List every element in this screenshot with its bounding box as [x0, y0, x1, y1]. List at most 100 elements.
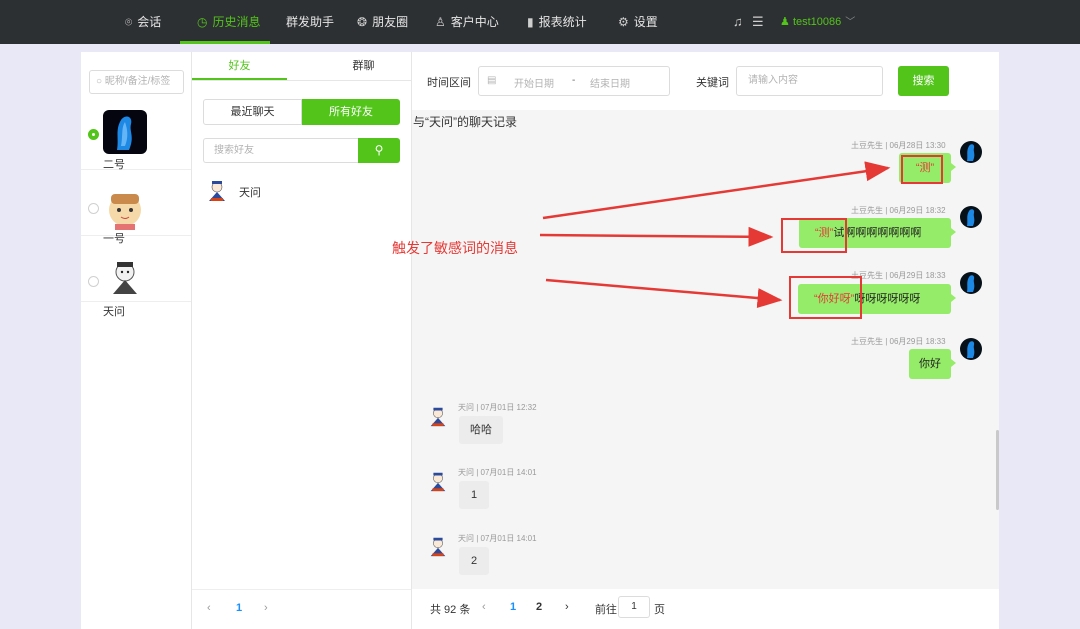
message-meta: 天问 | 07月01日 14:01 — [458, 534, 537, 543]
goto-label: 前往 — [595, 604, 617, 616]
account-radio[interactable] — [88, 276, 99, 287]
message-bubble: 你好 — [909, 349, 956, 379]
message-meta: 土豆先生 | 06月28日 13:30 — [851, 141, 946, 150]
user-menu[interactable]: ♟ test10086 ﹀ — [780, 0, 855, 44]
friends-pagination: ‹ 1 › — [192, 589, 411, 629]
account-item[interactable]: 一号 — [81, 170, 191, 245]
nav-item-history[interactable]: ◷ 历史消息 — [197, 0, 261, 44]
account-radio[interactable] — [88, 129, 99, 140]
nav-item-broadcast[interactable]: 群发助手 — [286, 0, 334, 44]
account-search-input[interactable]: ○ 昵称/备注/标签 — [89, 70, 184, 94]
next-page-icon[interactable]: › — [264, 602, 268, 614]
page-number[interactable]: 1 — [510, 601, 516, 613]
date-range-picker[interactable]: ▤ 开始日期 - 结束日期 — [478, 66, 670, 96]
total-count: 共 92 条 — [430, 604, 471, 616]
avatar — [103, 254, 147, 298]
message-meta: 土豆先生 | 06月29日 18:33 — [851, 271, 946, 280]
message-meta: 土豆先生 | 06月29日 18:33 — [851, 337, 946, 346]
page-number[interactable]: 2 — [536, 601, 542, 613]
avatar — [960, 141, 982, 163]
chat-pagination: 共 92 条 ‹ 1 2 › 前往 1 页 — [412, 589, 999, 629]
highlight-box — [781, 218, 847, 253]
nav-item-chat[interactable]: ⌾ 会话 — [125, 0, 161, 44]
keyword-input[interactable]: 请输入内容 — [736, 66, 883, 96]
page-number[interactable]: 1 — [236, 602, 242, 614]
account-item[interactable]: 天问 — [81, 236, 191, 318]
active-tab-indicator — [180, 41, 270, 44]
top-nav: ⌾ 会话 ◷ 历史消息 群发助手 ❂ 朋友圈 ♙ 客户中心 ▮ 报表统计 ⚙ 设置 ♫ ☰ … — [0, 0, 1080, 44]
friends-panel: 好友 群聊 最近聊天 所有好友 搜索好友 ⚲ 天问 ‹ 1 › — [192, 52, 411, 629]
clock-icon: ◷ — [197, 15, 208, 29]
nav-label: 设置 — [633, 15, 658, 29]
message-meta: 天问 | 07月01日 14:01 — [458, 468, 537, 477]
avatar — [103, 110, 147, 154]
search-button[interactable]: 搜索 — [898, 66, 949, 96]
message-text: 哈哈 — [470, 424, 492, 436]
keyword-label: 关键词 — [696, 77, 729, 89]
account-search-placeholder: 昵称/备注/标签 — [104, 76, 171, 87]
friend-name: 天问 — [239, 187, 261, 199]
message-meta: 土豆先生 | 06月29日 18:32 — [851, 206, 946, 215]
message-text: 你好 — [919, 358, 941, 370]
column-divider — [191, 52, 192, 629]
calendar-icon: ▤ — [487, 75, 497, 86]
chat-icon: ⌾ — [125, 15, 133, 29]
account-radio[interactable] — [88, 203, 99, 214]
account-name: 天问 — [103, 306, 125, 318]
prev-page-icon[interactable]: ‹ — [207, 602, 211, 614]
nav-item-reports[interactable]: ▮ 报表统计 — [527, 0, 587, 44]
friend-search-input[interactable]: 搜索好友 — [203, 138, 358, 163]
date-separator: - — [572, 75, 576, 86]
chevron-down-icon: ﹀ — [845, 17, 856, 28]
tab-friends[interactable]: 好友 — [192, 52, 287, 80]
bell-icon[interactable]: ♫ — [733, 14, 743, 29]
username: test10086 — [792, 16, 842, 28]
highlight-box — [789, 276, 862, 319]
nav-item-moments[interactable]: ❂ 朋友圈 — [357, 0, 408, 44]
end-date-input[interactable]: 结束日期 — [590, 75, 630, 90]
chat-record-title: 与“天问”的聊天记录 — [413, 115, 517, 129]
user-icon: ♟ — [780, 16, 790, 28]
message-text: 呀呀呀呀呀呀 — [854, 293, 921, 305]
avatar — [103, 186, 147, 230]
goto-page-input[interactable]: 1 — [618, 596, 650, 618]
database-icon[interactable]: ☰ — [752, 14, 764, 30]
avatar — [205, 178, 227, 201]
nav-label: 朋友圈 — [372, 15, 409, 29]
prev-page-icon[interactable]: ‹ — [482, 601, 486, 613]
user-icon: ♙ — [435, 15, 446, 29]
chat-history-panel: 时间区间 ▤ 开始日期 - 结束日期 关键词 请输入内容 搜索 与“天问”的聊天… — [412, 52, 999, 629]
moments-icon: ❂ — [357, 15, 368, 29]
message-bubble: 哈哈 — [459, 416, 503, 444]
start-date-input[interactable]: 开始日期 — [514, 75, 554, 90]
nav-item-customers[interactable]: ♙ 客户中心 — [435, 0, 499, 44]
friend-search-button[interactable]: ⚲ — [358, 138, 400, 163]
avatar — [960, 338, 982, 360]
scrollbar[interactable] — [996, 430, 999, 510]
message-bubble: 2 — [459, 547, 489, 575]
message-meta: 天问 | 07月01日 12:32 — [458, 403, 537, 412]
next-page-icon[interactable]: › — [565, 601, 569, 613]
segment-recent-chats[interactable]: 最近聊天 — [203, 99, 302, 125]
gear-icon: ⚙ — [618, 15, 629, 29]
avatar — [960, 272, 982, 294]
search-icon: ○ — [96, 76, 103, 87]
tab-groups[interactable]: 群聊 — [316, 52, 411, 80]
avatar — [427, 535, 449, 557]
message-text: 1 — [470, 489, 478, 501]
avatar — [427, 470, 449, 492]
nav-label: 群发助手 — [286, 15, 335, 29]
friend-list-item[interactable]: 天问 — [205, 177, 400, 205]
message-text: 2 — [470, 555, 478, 567]
message-bubble: 1 — [459, 481, 489, 509]
avatar — [960, 206, 982, 228]
segment-all-friends[interactable]: 所有好友 — [302, 99, 400, 125]
nav-item-settings[interactable]: ⚙ 设置 — [618, 0, 658, 44]
highlight-box — [901, 155, 943, 184]
avatar — [427, 405, 449, 427]
nav-label: 会话 — [137, 15, 162, 29]
tab-divider — [192, 80, 411, 81]
annotation-label: 触发了敏感词的消息 — [392, 240, 518, 256]
account-item[interactable]: 二号 — [81, 104, 191, 171]
account-panel: ○ 昵称/备注/标签 二号 一号 天问 — [81, 52, 191, 629]
